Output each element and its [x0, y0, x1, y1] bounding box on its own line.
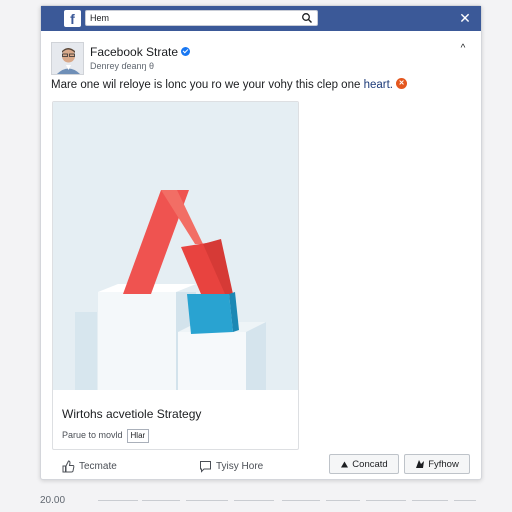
card-tag[interactable]: Hlar — [126, 429, 150, 443]
page-name[interactable]: Facebook Strate — [90, 45, 191, 59]
avatar[interactable] — [51, 42, 84, 75]
profile-photo — [52, 43, 83, 74]
contact-icon — [341, 461, 349, 467]
footer-line — [98, 500, 138, 501]
facebook-window: f ✕ Facebook Strate Denrey ɗeanŋ θ ^ Mar… — [40, 5, 482, 480]
comment-button-label: Tyisy Hore — [216, 460, 264, 472]
collapse-chevron-icon[interactable]: ^ — [457, 44, 469, 54]
top-bar: f ✕ — [41, 6, 481, 31]
front-block-side-shape — [246, 322, 266, 390]
contact-button[interactable]: Concatd — [329, 454, 399, 474]
search-box[interactable] — [85, 10, 318, 26]
pillar-shape — [75, 312, 97, 390]
post-subline: Denrey ɗeanŋ θ — [90, 61, 155, 71]
block-shape — [98, 292, 176, 390]
card-title[interactable]: Wirtohs acvetiole Strategy — [62, 407, 201, 421]
card-subtitle-label: Parue to movld — [62, 430, 123, 440]
verified-badge-icon — [181, 47, 191, 57]
follow-icon — [416, 460, 425, 468]
search-input[interactable] — [90, 12, 290, 24]
footer-line — [454, 500, 476, 501]
footer-line — [412, 500, 448, 501]
reaction-badge-icon: ✕ — [396, 78, 407, 90]
thumbs-up-icon — [62, 459, 75, 472]
footer-line — [366, 500, 406, 501]
blue-block-shape — [187, 294, 233, 334]
page-name-label: Facebook Strate — [90, 45, 179, 59]
comment-button[interactable]: Tyisy Hore — [199, 458, 263, 474]
post-text-body: Mare one wil reloye is lonc you ro we yo… — [51, 79, 364, 91]
front-block-shape — [178, 332, 246, 390]
card-subtitle: Parue to movld Hlar — [62, 429, 150, 443]
page-counter: 20.00 — [40, 495, 66, 506]
footer-line — [326, 500, 360, 501]
search-icon[interactable] — [301, 12, 313, 24]
post-text-link[interactable]: heart. — [364, 79, 393, 91]
footer-line — [186, 500, 228, 501]
like-button[interactable]: Tecmate — [62, 458, 117, 474]
follow-button[interactable]: Fyfhow — [404, 454, 470, 474]
card-illustration — [53, 102, 298, 390]
footer-line — [282, 500, 320, 501]
comment-icon — [200, 460, 211, 473]
contact-button-label: Concatd — [352, 458, 388, 470]
close-button[interactable]: ✕ — [457, 10, 473, 26]
follow-button-label: Fyfhow — [428, 458, 459, 470]
post-text: Mare one wil reloye is lonc you ro we yo… — [51, 78, 476, 91]
footer-line — [234, 500, 274, 501]
facebook-logo-icon[interactable]: f — [64, 10, 81, 27]
footer-line — [142, 500, 180, 501]
link-card[interactable]: Wirtohs acvetiole Strategy Parue to movl… — [52, 101, 299, 450]
like-button-label: Tecmate — [79, 460, 117, 472]
